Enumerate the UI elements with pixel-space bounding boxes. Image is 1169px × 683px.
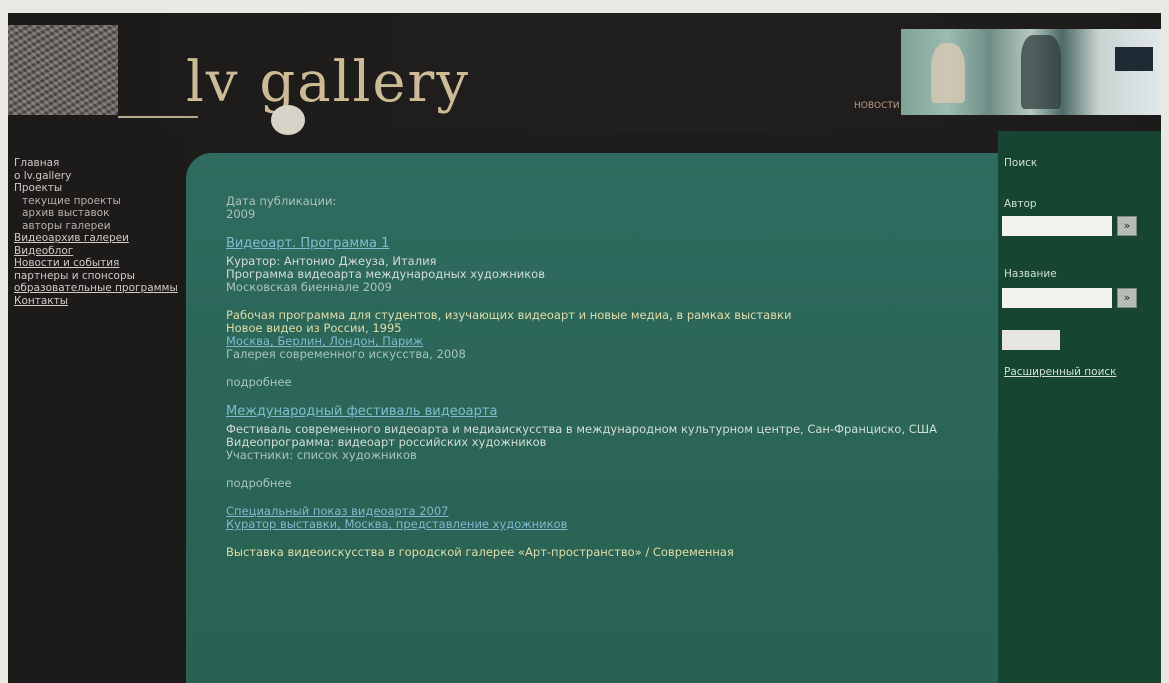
- news-item: Международный фестиваль видеоарта Фестива…: [226, 404, 998, 462]
- nav-item[interactable]: Новости и события: [8, 257, 186, 270]
- news-text: Дата публикации:: [226, 194, 337, 208]
- nav-item[interactable]: архив выставок: [8, 207, 186, 220]
- news-text: Московская биеннале 2009: [226, 280, 393, 294]
- search-submit-button[interactable]: [1002, 330, 1060, 350]
- search-sidebar: Поиск Автор Название Расширенный поиск: [998, 131, 1161, 683]
- nav-item[interactable]: авторы галереи: [8, 220, 186, 233]
- site-title[interactable]: lv gallery: [186, 53, 470, 113]
- left-navigation: Главная о lv.gallery Проекты текущие проект…: [8, 131, 186, 683]
- advanced-search-link[interactable]: Расширенный поиск: [1004, 366, 1117, 378]
- author-search-button[interactable]: [1117, 216, 1137, 236]
- news-item: подробнее: [226, 477, 998, 490]
- nav-item[interactable]: текущие проекты: [8, 195, 186, 208]
- nav-item[interactable]: Контакты: [8, 295, 186, 308]
- news-item: Выставка видеоискусства в городской гале…: [226, 546, 998, 559]
- nav-item[interactable]: Видеоархив галереи: [8, 232, 186, 245]
- news-text: Выставка видеоискусства в городской гале…: [226, 545, 734, 559]
- author-input[interactable]: [1002, 216, 1112, 236]
- title-input[interactable]: [1002, 288, 1112, 308]
- news-item: подробнее: [226, 376, 998, 389]
- photo-figure: [931, 43, 965, 103]
- news-text: Галерея современного искусства, 2008: [226, 347, 466, 361]
- news-item: Рабочая программа для студентов, изучающ…: [226, 309, 998, 361]
- nav-item[interactable]: образовательные программы: [8, 282, 186, 295]
- news-item: Специальный показ видеоарта 2007 Куратор …: [226, 505, 998, 531]
- news-heading-link[interactable]: Видеоарт. Программа 1: [226, 236, 998, 252]
- main-content: Дата публикации: 2009 Видеоарт. Программа …: [186, 153, 998, 683]
- nav-item[interactable]: Главная: [8, 157, 186, 170]
- photo-figure: [1021, 35, 1061, 109]
- author-label: Автор: [1004, 198, 1037, 210]
- nav-item[interactable]: партнеры и спонсоры: [8, 270, 186, 283]
- photo-figure: [1115, 47, 1153, 71]
- nav-item[interactable]: о lv.gallery: [8, 170, 186, 183]
- news-text: Участники: список художников: [226, 448, 417, 462]
- browser-page: lv gallery НОВОСТИ Главная о lv.gallery Пр…: [8, 13, 1161, 683]
- search-title: Поиск: [1004, 157, 1038, 169]
- news-item: Видеоарт. Программа 1 Куратор: Антонио Дж…: [226, 236, 998, 294]
- nav-item[interactable]: Видеоблог: [8, 245, 186, 258]
- news-text: 2009: [226, 207, 256, 221]
- title-search-button[interactable]: [1117, 288, 1137, 308]
- header-photo: [901, 29, 1161, 115]
- news-text: подробнее: [226, 476, 292, 490]
- news-heading-link[interactable]: Международный фестиваль видеоарта: [226, 404, 998, 420]
- logo-texture: [8, 25, 118, 115]
- nav-item[interactable]: Проекты: [8, 182, 186, 195]
- news-link[interactable]: Куратор выставки, Москва, представление …: [226, 518, 998, 531]
- logo-dot: [271, 105, 305, 135]
- header-caption: НОВОСТИ: [854, 101, 900, 111]
- title-label: Название: [1004, 268, 1057, 280]
- news-item: Дата публикации: 2009: [226, 195, 998, 221]
- header-rule: [118, 116, 198, 118]
- site-header: lv gallery НОВОСТИ: [8, 13, 1161, 135]
- news-text: подробнее: [226, 375, 292, 389]
